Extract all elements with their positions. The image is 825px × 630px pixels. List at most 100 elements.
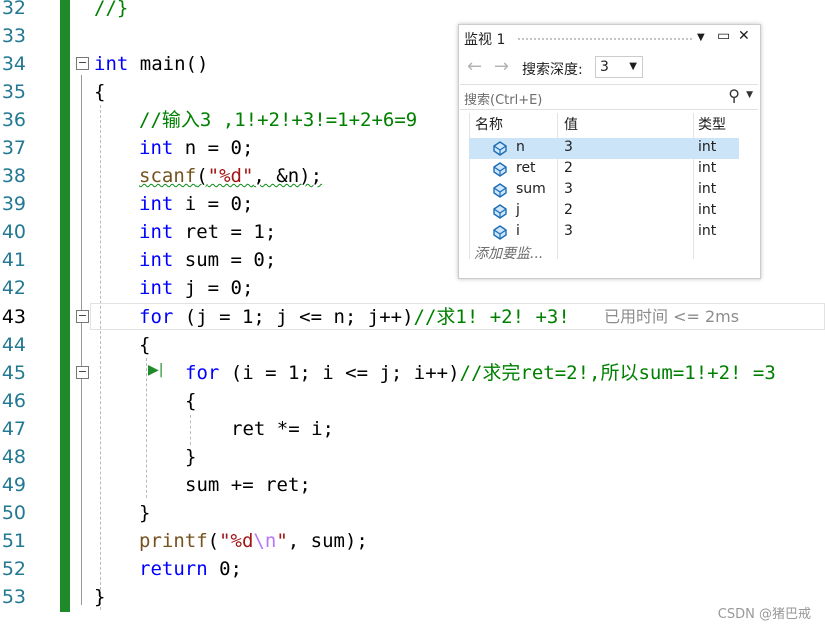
code-line: for (i = 1; i <= j; i++)//求完ret=2!,所以sum… [185, 359, 776, 387]
code-line: //输入3 ,1!+2!+3!=1+2+6=9 [139, 109, 418, 131]
code-text: (j = 1; j <= n; j++) [173, 306, 414, 328]
line-number: 47 [1, 418, 26, 440]
collapse-toggle-outer-for[interactable]: − [76, 310, 89, 323]
watch-title: 监视 1 [464, 32, 506, 48]
escape-sequence: \n [253, 530, 277, 552]
variable-icon [493, 162, 507, 177]
maximize-icon[interactable]: ▭ [717, 28, 730, 44]
watch-row-name: sum [516, 181, 546, 197]
code-line: } [185, 446, 197, 468]
search-depth-value: 3 [600, 59, 609, 75]
forward-arrow-icon[interactable]: → [494, 56, 509, 77]
watch-row-value[interactable]: 3 [564, 139, 573, 155]
code-text: ret = 1; [173, 221, 277, 243]
watch-row[interactable]: j 2 int [469, 201, 739, 222]
watch-toolbar: ← → 搜索深度: 3 ▼ [459, 53, 760, 83]
watch-row-type: int [698, 223, 717, 239]
code-text: j = 0; [173, 277, 254, 299]
code-text: main() [128, 53, 209, 75]
watch-row[interactable]: i 3 int [469, 222, 739, 243]
keyword: int [139, 249, 174, 271]
keyword: for [139, 306, 174, 328]
code-text: 0; [207, 558, 242, 580]
watch-search-box[interactable]: 搜索(Ctrl+E) ⚲ ▼ [460, 84, 758, 110]
code-line: int main() [94, 50, 208, 78]
line-number: 50 [1, 502, 26, 524]
line-number: 49 [1, 474, 26, 496]
variable-icon [493, 141, 507, 156]
line-number: 51 [1, 530, 26, 552]
collapse-toggle-main[interactable]: − [76, 57, 89, 70]
code-text: , &n); [253, 165, 323, 187]
search-depth-select[interactable]: 3 ▼ [595, 56, 643, 78]
search-options-caret-icon[interactable]: ▼ [746, 90, 753, 100]
drag-grip[interactable] [517, 37, 692, 41]
watch-window: 监视 1 ▼ ▭ ✕ ← → 搜索深度: 3 ▼ 搜索(Ctrl+E) ⚲ ▼ 名… [458, 24, 761, 279]
comment: //求1! +2! +3! [413, 306, 570, 328]
line-number: 36 [1, 109, 26, 131]
chevron-down-icon: ▼ [629, 61, 637, 72]
watermark: CSDN @猪巴戒 [717, 607, 811, 622]
keyword: int [139, 193, 174, 215]
code-line: scanf("%d", &n); [139, 162, 322, 190]
function-name: scanf [139, 165, 197, 187]
keyword: int [94, 53, 129, 75]
code-text: sum = 0; [173, 249, 277, 271]
code-line: int i = 0; [139, 190, 253, 218]
code-text: ( [207, 530, 220, 552]
run-to-click-icon[interactable]: ▶| [148, 362, 163, 378]
code-line: int n = 0; [139, 134, 253, 162]
watch-row[interactable]: sum 3 int [469, 180, 739, 201]
code-line: //} [94, 0, 129, 19]
column-header-value[interactable]: 值 [564, 114, 578, 136]
dropdown-caret-icon[interactable]: ▼ [697, 32, 705, 43]
indent-guide [190, 415, 191, 445]
line-number: 48 [1, 446, 26, 468]
column-header-type[interactable]: 类型 [698, 114, 726, 136]
watch-row-value[interactable]: 2 [564, 160, 573, 176]
column-header-name[interactable]: 名称 [475, 114, 503, 136]
string-literal: "%d [219, 530, 254, 552]
search-icon[interactable]: ⚲ [728, 86, 740, 105]
code-text: ( [196, 165, 208, 187]
function-name: printf [139, 530, 208, 552]
line-number: 45 [1, 362, 26, 384]
keyword: for [185, 362, 220, 384]
watch-row-value[interactable]: 2 [564, 202, 573, 218]
watch-row-name: ret [516, 160, 536, 176]
watch-row[interactable]: n 3 int [469, 138, 739, 159]
code-line: return 0; [139, 555, 242, 583]
collapse-toggle-inner-for[interactable]: − [76, 366, 89, 379]
line-number: 46 [1, 390, 26, 412]
code-line: printf("%d\n", sum); [139, 527, 368, 555]
close-icon[interactable]: ✕ [738, 28, 750, 44]
line-number: 44 [1, 334, 26, 356]
code-line: } [139, 502, 151, 524]
line-number: 37 [1, 137, 26, 159]
code-line: { [139, 334, 151, 356]
line-number: 42 [1, 277, 26, 299]
watch-row-value[interactable]: 3 [564, 181, 573, 197]
outline-guide [81, 75, 82, 605]
line-number: 38 [1, 165, 26, 187]
watch-row[interactable]: ret 2 int [469, 159, 739, 180]
change-tracking-bar [60, 0, 70, 612]
string-literal: " [276, 530, 288, 552]
watch-row-type: int [698, 202, 717, 218]
back-arrow-icon[interactable]: ← [467, 56, 482, 77]
watch-row-type: int [698, 139, 717, 155]
comment: //求完ret=2!,所以sum=1!+2! =3 [459, 362, 776, 384]
variable-icon [493, 183, 507, 198]
add-watch-item[interactable]: 添加要监... [474, 243, 543, 263]
line-number: 32 [1, 0, 26, 19]
watch-title-bar[interactable]: 监视 1 ▼ ▭ ✕ [459, 25, 760, 51]
watch-row-type: int [698, 181, 717, 197]
keyword: int [139, 221, 174, 243]
search-depth-label: 搜索深度: [522, 62, 583, 78]
watch-row-value[interactable]: 3 [564, 223, 573, 239]
code-line: int sum = 0; [139, 246, 276, 274]
indent-guide [146, 358, 147, 498]
line-number: 40 [1, 221, 26, 243]
line-number: 33 [1, 25, 26, 47]
line-number: 39 [1, 193, 26, 215]
